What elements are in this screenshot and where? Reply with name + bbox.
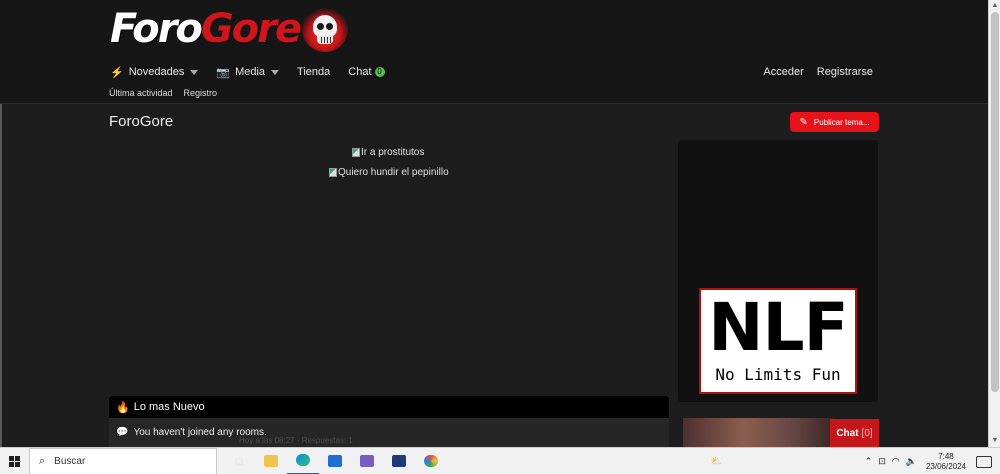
account-links: Acceder Registrarse (750, 62, 873, 82)
rooms-message-text: You haven't joined any rooms. (133, 427, 267, 438)
scroll-down-arrow-icon[interactable]: ▼ (991, 437, 999, 445)
nav-label-novedades: Novedades (128, 66, 185, 78)
image-alt-text: Ir a prostitutos (361, 147, 425, 158)
windows-taskbar: ⌕ Buscar ⧉ ⛅ ⌃ ⊡ ◠ 🔈 7:48 23/06/2024 (0, 447, 1000, 474)
app-store-icon[interactable] (351, 448, 383, 474)
rooms-message: 💬 You haven't joined any rooms. (116, 427, 267, 438)
nav-label-media: Media (235, 66, 266, 78)
clock-time: 7:48 (938, 451, 954, 461)
register-link[interactable]: Registrarse (817, 66, 873, 78)
login-link[interactable]: Acceder (763, 66, 803, 78)
nav-label-chat: Chat (348, 66, 372, 78)
chat-widget-button[interactable]: Chat [0] (830, 419, 879, 447)
network-icon[interactable]: ⊡ (878, 456, 886, 467)
site-header: ForoGore ⚡ Novedades 📷 Media Tienda Chat… (0, 0, 988, 104)
main-nav: ⚡ Novedades 📷 Media Tienda Chat 0 (110, 62, 403, 82)
ad-tagline: No Limits Fun (715, 365, 841, 384)
microsoft-store-icon[interactable] (383, 448, 415, 474)
image-alt-text: Quiero hundir el pepinillo (338, 167, 449, 178)
nlf-ad-banner[interactable]: NLF No Limits Fun (699, 288, 857, 394)
sidebar-ad-block: NLF No Limits Fun (678, 140, 878, 402)
thread-thumbnail[interactable] (683, 418, 833, 447)
latest-news-widget: 🔥 Lo mas Nuevo Hoy a las 08:27 · Respues… (109, 396, 669, 447)
chevron-down-icon[interactable] (271, 69, 280, 75)
widget-header: 🔥 Lo mas Nuevo (109, 396, 669, 418)
chat-widget-count: [0] (861, 427, 873, 439)
bolt-icon: ⚡ (110, 66, 124, 79)
publish-button-label: Publicar tema... (813, 117, 870, 127)
volume-icon[interactable]: 🔈 (906, 456, 917, 467)
chevron-down-icon[interactable] (190, 69, 199, 75)
scroll-up-arrow-icon[interactable]: ▲ (991, 2, 999, 10)
nav-item-tienda[interactable]: Tienda (297, 66, 330, 78)
task-view-icon[interactable]: ⧉ (223, 448, 255, 474)
publish-thread-button[interactable]: ✎ Publicar tema... (790, 112, 879, 132)
camera-icon: 📷 (216, 66, 231, 79)
system-tray: ⛅ ⌃ ⊡ ◠ 🔈 7:48 23/06/2024 (708, 448, 1000, 474)
fire-icon: 🔥 (116, 401, 130, 414)
nav-item-media[interactable]: 📷 Media (216, 66, 280, 79)
chat-widget-label: Chat (836, 427, 859, 439)
chat-bubble-icon: 💬 (116, 427, 129, 438)
site-logo[interactable]: ForoGore (110, 6, 349, 52)
chat-rooms-row: Hoy a las 08:27 · Respuestas: 1 💬 You ha… (109, 418, 669, 447)
edge-browser-icon[interactable] (287, 448, 319, 474)
edit-icon: ✎ (799, 116, 808, 128)
weather-icon[interactable]: ⛅ (711, 456, 722, 467)
taskbar-clock[interactable]: 7:48 23/06/2024 (926, 452, 966, 472)
vertical-scrollbar[interactable]: ▲ ▼ (988, 0, 1000, 447)
page-title: ForoGore (109, 113, 174, 130)
main-content: Ir a prostitutos Quiero hundir el pepini… (109, 140, 669, 400)
start-button[interactable] (0, 448, 29, 474)
broken-image-icon (352, 148, 360, 157)
wifi-icon[interactable]: ◠ (892, 456, 900, 467)
ad-logo-text: NLF (708, 289, 848, 366)
nav-label-tienda: Tienda (297, 66, 331, 78)
nav-item-chat[interactable]: Chat 0 (348, 66, 385, 78)
sub-nav: Última actividad Registro (109, 88, 228, 98)
browser-viewport: ForoGore ⚡ Novedades 📷 Media Tienda Chat… (0, 0, 1000, 447)
widget-title: Lo mas Nuevo (133, 401, 205, 413)
taskbar-search[interactable]: ⌕ Buscar (29, 447, 217, 474)
paint-app-icon[interactable] (415, 448, 447, 474)
chevron-up-icon[interactable]: ⌃ (865, 456, 873, 467)
mail-icon[interactable] (319, 448, 351, 474)
notification-icon[interactable] (976, 455, 992, 468)
scroll-thumb[interactable] (991, 12, 999, 392)
chat-count-badge: 0 (374, 67, 385, 77)
broken-image-link[interactable]: Quiero hundir el pepinillo (329, 167, 449, 178)
logo-text-gore: Gore (200, 6, 302, 52)
skull-icon (302, 6, 349, 52)
broken-image-link[interactable]: Ir a prostitutos (352, 147, 424, 158)
file-explorer-icon[interactable] (255, 448, 287, 474)
subnav-register[interactable]: Registro (184, 88, 218, 98)
search-placeholder: Buscar (54, 455, 86, 467)
subnav-latest-activity[interactable]: Última actividad (109, 88, 173, 98)
nav-item-novedades[interactable]: ⚡ Novedades (110, 66, 199, 79)
search-icon: ⌕ (39, 454, 46, 467)
broken-image-icon (329, 168, 337, 177)
windows-logo-icon (9, 455, 20, 467)
clock-date: 23/06/2024 (925, 461, 966, 471)
logo-text-foro: Foro (110, 6, 203, 52)
